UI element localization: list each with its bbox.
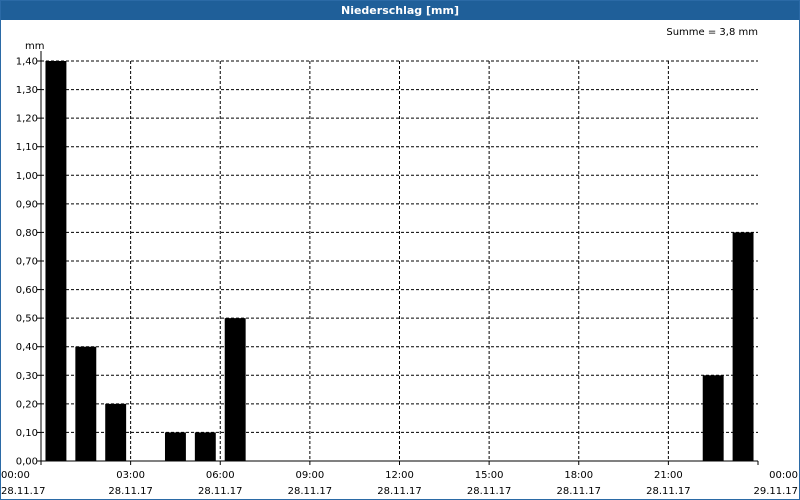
y-tick-label: 0,00 (16, 457, 38, 468)
y-tick-label: 0,10 (16, 428, 38, 439)
x-tick-date-label: 28.11.17 (646, 486, 691, 497)
precipitation-bar (194, 432, 216, 461)
x-tick-time-label: 06:00 (206, 470, 235, 481)
y-tick-label: 0,40 (16, 342, 38, 353)
x-tick-date-label: 28.11.17 (1, 486, 46, 497)
precipitation-bar (702, 375, 724, 461)
x-tick-date-label: 29.11.17 (753, 486, 798, 497)
y-tick-label: 1,20 (16, 114, 38, 125)
x-tick-time-label: 15:00 (475, 470, 504, 481)
x-tick-date-label: 28.11.17 (288, 486, 333, 497)
x-tick-time-label: 03:00 (116, 470, 145, 481)
precipitation-bar (45, 61, 67, 461)
summary-text: Summe = 3,8 mm (666, 27, 758, 38)
precipitation-bar (105, 403, 127, 461)
precipitation-bar (224, 318, 246, 461)
x-tick-time-label: 00:00 (1, 470, 30, 481)
x-tick-date-label: 28.11.17 (198, 486, 243, 497)
y-tick-label: 1,10 (16, 142, 38, 153)
y-tick-label: 0,80 (16, 228, 38, 239)
y-tick-label: 0,90 (16, 199, 38, 210)
y-axis-label: mm (25, 41, 44, 52)
y-tick-label: 0,20 (16, 399, 38, 410)
x-tick-date-label: 28.11.17 (377, 486, 422, 497)
precipitation-bar (75, 346, 97, 461)
x-tick-date-label: 28.11.17 (108, 486, 153, 497)
x-tick-date-label: 28.11.17 (556, 486, 601, 497)
x-tick-time-label: 18:00 (564, 470, 593, 481)
y-tick-label: 1,00 (16, 171, 38, 182)
x-tick-time-label: 21:00 (654, 470, 683, 481)
y-tick-label: 0,60 (16, 285, 38, 296)
x-tick-time-label: 12:00 (385, 470, 414, 481)
precipitation-chart: Summe = 3,8 mm mm 0,00 0,10 0,20 0,30 0,40 0,… (1, 27, 798, 497)
y-tick-label: 0,70 (16, 257, 38, 268)
y-tick-label: 0,30 (16, 371, 38, 382)
y-tick-label: 1,30 (16, 85, 38, 96)
x-tick-time-label: 00:00 (769, 470, 798, 481)
y-tick-label: 0,50 (16, 314, 38, 325)
precipitation-bar (732, 232, 754, 461)
x-tick-date-label: 28.11.17 (467, 486, 512, 497)
y-tick-label: 1,40 (16, 57, 38, 68)
chart-window: Niederschlag [mm] Summe = 3,8 mm mm 0,00… (0, 0, 800, 500)
precipitation-bar (164, 432, 186, 461)
x-tick-time-label: 09:00 (295, 470, 324, 481)
